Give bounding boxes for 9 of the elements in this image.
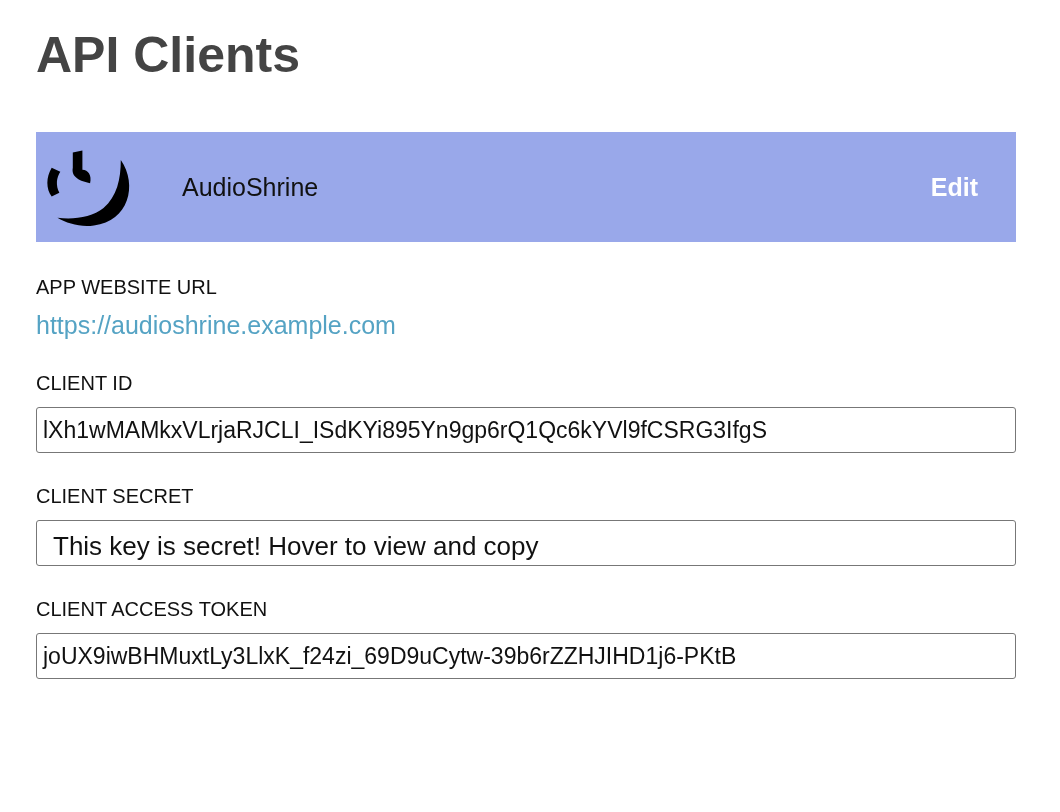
text-field[interactable]: lXh1wMAMkxVLrjaRJCLI_ISdKYi895Yn9gp6rQ1Qc6kYVl9fCSRG3IfgS (36, 407, 1016, 453)
page-title: API Clients (36, 26, 301, 84)
field-label: CLIENT SECRET (36, 485, 195, 508)
text-field[interactable]: This key is secret! Hover to view and copy (36, 520, 1016, 566)
field-label: CLIENT ACCESS TOKEN (36, 598, 269, 621)
text-field[interactable]: joUX9iwBHMuxtLy3LlxK_f24zi_69D9uCytw-39b6rZZHJIHD1j6-PKtB (36, 633, 1016, 679)
field-label: APP WEBSITE URL (36, 276, 218, 299)
client-name: AudioShrine (182, 172, 320, 202)
field-label: CLIENT ID (36, 372, 134, 395)
